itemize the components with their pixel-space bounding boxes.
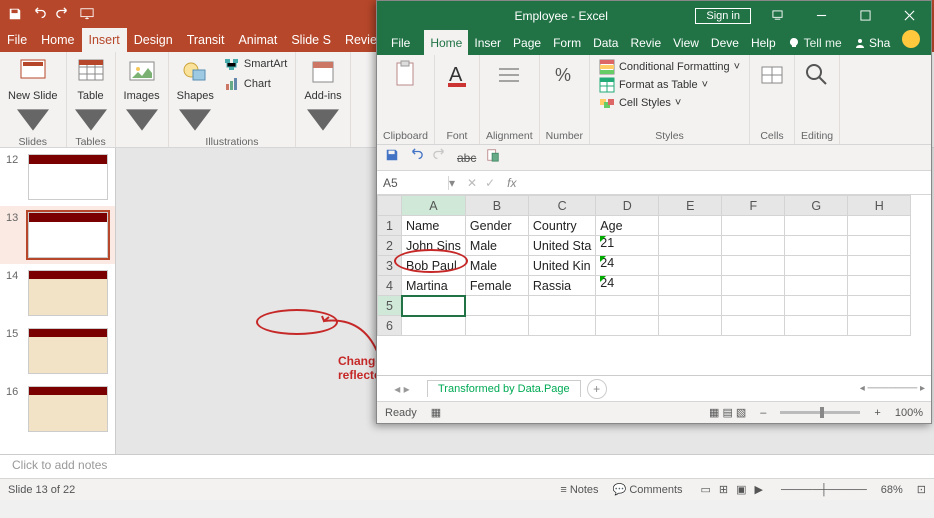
status-ready: Ready: [385, 407, 417, 419]
sheet-nav[interactable]: ◂ ▸: [377, 382, 427, 396]
slide-thumbnail[interactable]: [28, 328, 108, 374]
undo-icon[interactable]: [409, 148, 423, 167]
paste-special-icon[interactable]: [486, 148, 500, 167]
slide-thumbnail[interactable]: [28, 386, 108, 432]
save-icon[interactable]: [8, 7, 22, 21]
ex-qat: abc: [377, 145, 931, 171]
feedback-icon[interactable]: [902, 30, 920, 48]
highlight-circle-excel: [394, 249, 468, 273]
tab-data[interactable]: Data: [587, 30, 624, 55]
alignment-button[interactable]: [493, 59, 525, 91]
tab-animations[interactable]: Animat: [231, 28, 284, 52]
close-icon[interactable]: [891, 1, 927, 30]
pp-statusbar: Slide 13 of 22 ≡ Notes 💬 Comments ▭⊞▣▶ ─…: [0, 478, 934, 500]
tab-home[interactable]: Home: [34, 28, 81, 52]
ex-statusbar: Ready ▦ ▦ ▤ ▧ –+ 100%: [377, 401, 931, 423]
maximize-icon[interactable]: [847, 1, 883, 30]
tab-file[interactable]: File: [0, 28, 34, 52]
tab-insert[interactable]: Insert: [82, 28, 127, 52]
new-slide-button[interactable]: New Slide: [8, 56, 58, 136]
save-icon[interactable]: [385, 148, 399, 167]
tab-transitions[interactable]: Transit: [180, 28, 232, 52]
number-button[interactable]: %: [548, 59, 580, 91]
ex-titlebar: Employee - Excel Sign in: [377, 1, 931, 30]
notes-pane[interactable]: Click to add notes: [0, 454, 934, 478]
tab-file[interactable]: File: [377, 30, 424, 55]
undo-icon[interactable]: [32, 7, 46, 21]
tab-view[interactable]: View: [667, 30, 705, 55]
fit-button[interactable]: ⊡: [917, 483, 926, 496]
view-buttons[interactable]: ▦ ▤ ▧: [709, 406, 746, 419]
zoom-level[interactable]: 100%: [895, 407, 923, 419]
enter-formula-icon[interactable]: ✓: [485, 176, 495, 190]
macro-record-icon[interactable]: ▦: [431, 406, 441, 419]
ribbon-options-icon[interactable]: [759, 1, 795, 30]
table-button[interactable]: Table: [75, 56, 107, 136]
ex-ribbon: Clipboard A Font Alignment % Number Cond…: [377, 55, 931, 145]
comments-button[interactable]: 💬 Comments: [613, 483, 683, 496]
slide-thumbnail[interactable]: [28, 212, 108, 258]
thumbnail-panel[interactable]: 12 13 14 15 16: [0, 148, 116, 454]
smartart-button[interactable]: SmartArt: [224, 56, 287, 72]
tab-insert[interactable]: Inser: [468, 30, 507, 55]
zoom-level[interactable]: 68%: [881, 484, 903, 496]
chart-button[interactable]: Chart: [224, 76, 287, 92]
slide-thumbnail[interactable]: [28, 154, 108, 200]
name-box[interactable]: A5: [377, 176, 449, 190]
redo-icon[interactable]: [56, 7, 70, 21]
sign-in-button[interactable]: Sign in: [695, 8, 751, 24]
tab-review[interactable]: Revie: [624, 30, 667, 55]
shapes-button[interactable]: Shapes: [177, 56, 214, 136]
redo-icon[interactable]: [433, 148, 447, 167]
formula-bar: A5 ▾ ✕ ✓ fx: [377, 171, 931, 195]
notes-button[interactable]: ≡ Notes: [560, 484, 598, 496]
clipboard-button[interactable]: [389, 59, 421, 91]
ex-title: Employee - Excel: [427, 9, 695, 23]
sheet-tab[interactable]: Transformed by Data.Page: [427, 380, 581, 397]
group-tables-label: Tables: [75, 136, 105, 148]
zoom-slider[interactable]: [780, 411, 860, 414]
tab-help[interactable]: Help: [745, 30, 782, 55]
strikethrough-icon[interactable]: abc: [457, 151, 476, 165]
spreadsheet-grid[interactable]: A B C D E F G H 1 Name Gender Country Ag…: [377, 195, 931, 375]
addins-button[interactable]: Add-ins: [304, 56, 341, 136]
cancel-formula-icon[interactable]: ✕: [467, 176, 477, 190]
sheet-tab-bar: ◂ ▸ Transformed by Data.Page + ◂ ───────…: [377, 375, 931, 401]
fx-label: fx: [503, 176, 520, 190]
images-button[interactable]: Images: [124, 56, 160, 136]
new-sheet-button[interactable]: +: [587, 379, 607, 399]
share-button[interactable]: Sha: [848, 30, 897, 55]
slide-thumbnail[interactable]: [28, 270, 108, 316]
selected-cell[interactable]: [402, 296, 466, 316]
excel-window: Employee - Excel Sign in File Home Inser…: [376, 0, 932, 424]
group-illustrations-label: Illustrations: [205, 136, 258, 148]
cells-button[interactable]: [756, 59, 788, 91]
tell-me-search[interactable]: Tell me: [782, 30, 848, 55]
slide-counter: Slide 13 of 22: [8, 484, 75, 496]
tab-slideshow[interactable]: Slide S: [284, 28, 338, 52]
tab-developer[interactable]: Deve: [705, 30, 745, 55]
conditional-formatting-button[interactable]: Conditional Formatting ˅: [599, 59, 740, 75]
font-button[interactable]: A: [441, 59, 473, 91]
ex-tabs: File Home Inser Page Form Data Revie Vie…: [377, 30, 931, 55]
present-icon[interactable]: [80, 7, 94, 21]
format-as-table-button[interactable]: Format as Table ˅: [599, 77, 740, 93]
view-buttons[interactable]: ▭⊞▣▶: [697, 483, 768, 496]
svg-text:A: A: [449, 64, 463, 86]
group-slides-label: Slides: [18, 136, 47, 148]
svg-text:%: %: [555, 65, 571, 85]
minimize-icon[interactable]: [803, 1, 839, 30]
tab-page[interactable]: Page: [507, 30, 547, 55]
editing-button[interactable]: [801, 59, 833, 91]
tab-home[interactable]: Home: [424, 30, 468, 55]
tab-design[interactable]: Design: [127, 28, 180, 52]
tab-formulas[interactable]: Form: [547, 30, 587, 55]
cell-styles-button[interactable]: Cell Styles ˅: [599, 95, 740, 111]
